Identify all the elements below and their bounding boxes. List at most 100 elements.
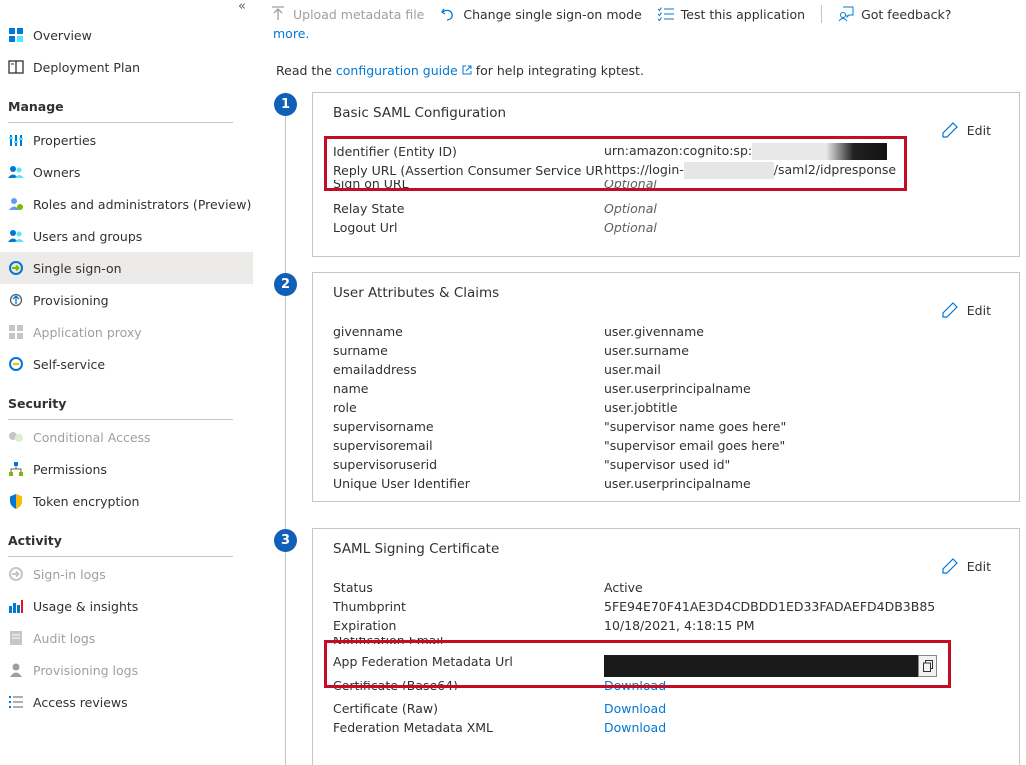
command-bar: Upload metadata file Change single sign-… — [270, 0, 967, 28]
change-sso-mode-label: Change single sign-on mode — [463, 6, 642, 22]
nav-label: Properties — [33, 132, 97, 148]
provisioning-icon — [8, 292, 24, 308]
redacted-region — [683, 162, 774, 179]
nav-item-permissions[interactable]: Permissions — [0, 453, 253, 485]
intro-suffix: for help integrating kptest. — [471, 63, 644, 78]
cert-row-expiration: Expiration 10/18/2021, 4:18:15 PM — [333, 618, 755, 633]
nav-item-self-service[interactable]: Self-service — [0, 348, 253, 380]
claim-row: name user.userprincipalname — [333, 381, 751, 396]
undo-icon — [440, 6, 456, 22]
collapse-nav-button[interactable]: « — [235, 0, 249, 14]
nav-label: Single sign-on — [33, 260, 122, 276]
saml-row-logout-url: Logout Url Optional — [333, 220, 657, 235]
edit-basic-saml-button[interactable]: Edit — [941, 121, 991, 139]
nav-label: Token encryption — [33, 493, 140, 509]
claim-row: supervisoruserid "supervisor used id" — [333, 457, 731, 472]
claim-row: emailaddress user.mail — [333, 362, 661, 377]
nav-label: Conditional Access — [33, 429, 151, 445]
nav-item-usage-and-insights[interactable]: Usage & insights — [0, 590, 253, 622]
nav-item-users-and-groups[interactable]: Users and groups — [0, 220, 253, 252]
saml-row-reply-url: Reply URL (Assertion Consumer Service UR… — [333, 162, 897, 179]
card-title: Basic SAML Configuration — [333, 105, 507, 121]
download-federation-metadata-link[interactable]: Download — [604, 720, 666, 735]
nav-item-audit-logs[interactable]: Audit logs — [0, 622, 253, 654]
nav-item-single-sign-on[interactable]: Single sign-on — [0, 252, 253, 284]
cert-row-metadata-url: App Federation Metadata Url — [333, 654, 1003, 678]
pencil-icon — [941, 121, 959, 139]
nav-section-activity: Activity — [8, 533, 62, 548]
copy-icon — [922, 660, 933, 672]
feedback-icon — [838, 6, 854, 22]
metadata-url-field[interactable] — [604, 655, 937, 677]
saml-signing-certificate-card: SAML Signing Certificate Edit Status Acti… — [312, 528, 1020, 765]
user-attributes-claims-card: User Attributes & Claims Edit givenname u… — [312, 272, 1020, 502]
nav-item-sign-in-logs[interactable]: Sign-in logs — [0, 558, 253, 590]
conditional-access-icon — [8, 429, 24, 445]
nav-label: Application proxy — [33, 324, 142, 340]
nav-label: Roles and administrators (Preview) — [33, 196, 252, 212]
nav-item-properties[interactable]: Properties — [0, 124, 253, 156]
cert-row-thumbprint: Thumbprint 5FE94E70F41AE3D4CDBDD1ED33FADA… — [333, 599, 936, 614]
configuration-guide-link[interactable]: configuration guide — [336, 63, 472, 78]
nav-item-provisioning[interactable]: Provisioning — [0, 284, 253, 316]
test-application-label: Test this application — [680, 6, 806, 22]
copy-button[interactable] — [918, 655, 937, 677]
nav-label: Deployment Plan — [33, 59, 141, 75]
external-link-icon — [462, 65, 472, 75]
nav-item-roles-and-administrators[interactable]: Roles and administrators (Preview) — [0, 188, 253, 220]
nav-item-conditional-access[interactable]: Conditional Access — [0, 421, 253, 453]
saml-row-relay-state: Relay State Optional — [333, 201, 657, 216]
nav-item-overview[interactable]: Overview — [0, 19, 253, 51]
learn-more-link[interactable]: more. — [273, 26, 309, 41]
step-number-1: 1 — [274, 93, 297, 116]
upload-metadata-button[interactable]: Upload metadata file — [270, 6, 424, 22]
steps-connector-line — [285, 92, 286, 765]
audit-logs-icon — [8, 630, 24, 646]
feedback-button[interactable]: Got feedback? — [838, 6, 951, 22]
sign-in-logs-icon — [8, 566, 24, 582]
cert-row-certificate-base64: Certificate (Base64) Download — [333, 681, 667, 690]
change-sso-mode-button[interactable]: Change single sign-on mode — [440, 6, 642, 22]
edit-label: Edit — [966, 302, 991, 318]
edit-certificate-button[interactable]: Edit — [941, 557, 991, 575]
claim-row: role user.jobtitle — [333, 400, 678, 415]
nav-label: Usage & insights — [33, 598, 139, 614]
step-number-3: 3 — [274, 529, 297, 552]
nav-section-security: Security — [8, 396, 67, 411]
pencil-icon — [941, 301, 959, 319]
grid-icon — [8, 27, 24, 43]
nav-item-owners[interactable]: Owners — [0, 156, 253, 188]
cert-row-federation-metadata-xml: Federation Metadata XML Download — [333, 720, 667, 735]
intro-prefix: Read the — [276, 63, 336, 78]
users-icon — [8, 228, 24, 244]
properties-icon — [8, 132, 24, 148]
edit-label: Edit — [966, 122, 991, 138]
basic-saml-configuration-card: Basic SAML Configuration Edit Identifier… — [312, 92, 1020, 257]
saml-row-identifier: Identifier (Entity ID) urn:amazon:cognit… — [333, 142, 1003, 161]
claim-row: Unique User Identifier user.userprincipal… — [333, 476, 751, 491]
nav-section-manage: Manage — [8, 99, 64, 114]
nav-item-deployment-plan[interactable]: Deployment Plan — [0, 51, 253, 83]
nav-item-access-reviews[interactable]: Access reviews — [0, 686, 253, 718]
cert-row-certificate-raw: Certificate (Raw) Download — [333, 701, 667, 716]
upload-icon — [270, 6, 286, 22]
test-application-button[interactable]: Test this application — [657, 6, 806, 22]
redacted-region — [604, 655, 918, 677]
nav-label: Provisioning logs — [33, 662, 139, 678]
saml-row-sign-on-url: Sign on URL Optional — [333, 180, 657, 188]
nav-item-token-encryption[interactable]: Token encryption — [0, 485, 253, 517]
nav-item-application-proxy[interactable]: Application proxy — [0, 316, 253, 348]
self-service-icon — [8, 356, 24, 372]
edit-claims-button[interactable]: Edit — [941, 301, 991, 319]
nav-section-divider — [8, 419, 233, 420]
permissions-icon — [8, 461, 24, 477]
download-certificate-raw-link[interactable]: Download — [604, 701, 666, 716]
step-number-2: 2 — [274, 273, 297, 296]
upload-metadata-label: Upload metadata file — [293, 6, 425, 22]
card-title: SAML Signing Certificate — [333, 541, 500, 557]
cert-row-notification-email: Notification Email — [333, 637, 1003, 644]
left-nav: « Overview Deployment Plan Manage Proper… — [0, 0, 253, 765]
nav-item-provisioning-logs[interactable]: Provisioning logs — [0, 654, 253, 686]
card-title: User Attributes & Claims — [333, 285, 500, 301]
checklist-icon — [657, 6, 674, 22]
